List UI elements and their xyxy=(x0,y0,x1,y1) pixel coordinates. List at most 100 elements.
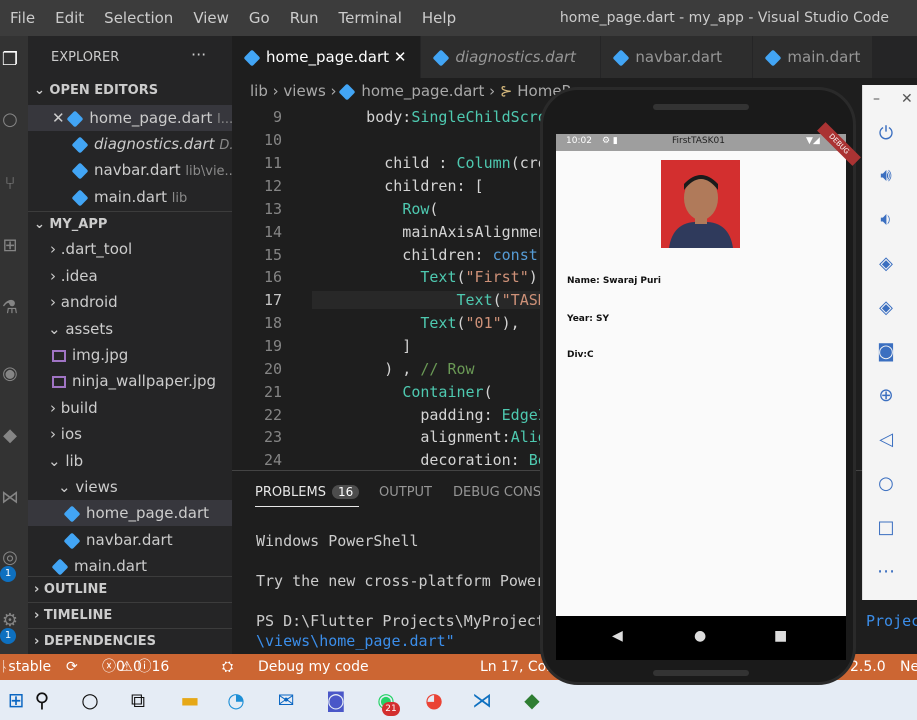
open-editor-diagnostics[interactable]: diagnostics.dart D... xyxy=(28,131,232,157)
tree-file-ninja-wallpaper[interactable]: ninja_wallpaper.jpg xyxy=(28,368,232,394)
chevron-right-icon: › xyxy=(34,634,44,649)
open-editor-navbar[interactable]: navbar.dart lib\vie... xyxy=(28,157,232,183)
home-icon[interactable]: ○ xyxy=(873,471,899,497)
open-editor-main[interactable]: main.dart lib xyxy=(28,184,232,210)
remote-icon[interactable]: ⋈ xyxy=(0,488,20,508)
start-icon[interactable]: ⊞ xyxy=(2,686,30,714)
nav-back-icon[interactable]: ◀ xyxy=(612,628,623,644)
menu-edit[interactable]: Edit xyxy=(45,9,94,27)
tree-folder-ios[interactable]: › ios xyxy=(28,421,232,447)
open-editor-home-page[interactable]: ✕ home_page.dart l... xyxy=(28,105,232,131)
tree-file-home-page[interactable]: home_page.dart xyxy=(28,500,232,526)
overview-icon[interactable]: □ xyxy=(873,515,899,541)
tab-main[interactable]: main.dart xyxy=(753,36,874,78)
android-studio-icon[interactable]: ◆ xyxy=(518,686,546,714)
window-title: home_page.dart - my_app - Visual Studio … xyxy=(559,10,889,26)
outline-section[interactable]: › OUTLINE xyxy=(28,576,232,602)
file-explorer-icon[interactable]: ▬ xyxy=(176,686,204,714)
tab-debug-console[interactable]: DEBUG CONSO xyxy=(453,485,551,500)
app-bar-title: FirstTASK01 xyxy=(672,136,725,146)
menu-view[interactable]: View xyxy=(183,9,239,27)
menu-go[interactable]: Go xyxy=(239,9,280,27)
problems-status[interactable]: ⓧ 0 ⚠ 0 ⓘ 16 xyxy=(102,654,169,680)
close-icon[interactable]: ✕ xyxy=(901,91,913,107)
dart-file-icon xyxy=(612,49,630,66)
menu-run[interactable]: Run xyxy=(280,9,329,27)
tree-file-img[interactable]: img.jpg xyxy=(28,342,232,368)
status-notice[interactable]: Ne xyxy=(900,654,917,680)
source-control-icon[interactable]: ⑂ xyxy=(0,174,20,194)
dependencies-section[interactable]: › DEPENDENCIES xyxy=(28,628,232,654)
sdk-version[interactable]: 2.5.0 xyxy=(850,654,886,680)
extensions-icon[interactable]: ⊞ xyxy=(0,236,20,256)
edge-icon[interactable]: ◔ xyxy=(222,686,250,714)
breadcrumb-lib[interactable]: lib xyxy=(250,82,268,100)
tree-folder-lib[interactable]: ⌄ lib xyxy=(28,448,232,474)
app-icon[interactable]: ◙ xyxy=(322,686,350,714)
breadcrumb-file[interactable]: home_page.dart xyxy=(361,82,484,100)
tree-folder-android[interactable]: › android xyxy=(28,289,232,315)
breadcrumb-views[interactable]: views xyxy=(283,82,325,100)
cursor-position[interactable]: Ln 17, Col xyxy=(480,654,550,680)
chevron-down-icon: ⌄ xyxy=(48,320,66,338)
editor-tabs: home_page.dart ✕ diagnostics.dart navbar… xyxy=(232,36,917,78)
power-icon[interactable]: ⏻ xyxy=(873,121,899,147)
phone-screen[interactable]: 10:02 ⚙ ▮ FirstTASK01 ▼◢ DEBUG Name: Swa… xyxy=(556,122,861,616)
line-number: 22 xyxy=(263,406,282,424)
terminal-line: \views\home_page.dart" xyxy=(256,632,455,650)
dart-file-icon xyxy=(71,189,89,206)
explorer-icon[interactable]: ❐ xyxy=(0,50,20,70)
project-section[interactable]: ⌄ MY_APP xyxy=(28,211,232,237)
menu-selection[interactable]: Selection xyxy=(94,9,183,27)
accounts-icon[interactable]: ◎ xyxy=(0,548,20,568)
rotate-right-icon[interactable]: ◈ xyxy=(873,295,899,321)
debug-status[interactable]: Debug my code xyxy=(258,654,369,680)
current-line-number: 17 xyxy=(263,291,282,309)
tree-folder-views[interactable]: ⌄ views xyxy=(28,474,232,500)
mail-icon[interactable]: ✉ xyxy=(272,686,300,714)
minimize-icon[interactable]: – xyxy=(873,91,880,107)
rotate-left-icon[interactable]: ◈ xyxy=(873,251,899,277)
tab-problems[interactable]: PROBLEMS 16 xyxy=(255,485,360,507)
branch-status[interactable]: ᚿ stable xyxy=(0,654,51,680)
tree-folder-assets[interactable]: ⌄ assets xyxy=(28,316,232,342)
tree-folder-dart-tool[interactable]: › .dart_tool xyxy=(28,236,232,262)
nav-recents-icon[interactable]: ■ xyxy=(774,628,787,644)
testing-icon[interactable]: ⚗ xyxy=(0,298,20,318)
line-number: 16 xyxy=(263,268,282,286)
tab-diagnostics[interactable]: diagnostics.dart xyxy=(421,36,602,78)
timeline-section[interactable]: › TIMELINE xyxy=(28,602,232,628)
tree-label: .idea xyxy=(60,267,98,285)
nav-home-icon[interactable]: ● xyxy=(694,628,706,644)
open-editors-section[interactable]: ⌄ OPEN EDITORS xyxy=(28,78,232,104)
camera-icon[interactable]: ◙ xyxy=(873,339,899,365)
menu-help[interactable]: Help xyxy=(412,9,466,27)
tree-folder-idea[interactable]: › .idea xyxy=(28,263,232,289)
chevron-right-icon: › xyxy=(50,293,61,311)
cortana-icon[interactable]: ○ xyxy=(76,686,104,714)
search-icon[interactable]: ⚲ xyxy=(28,686,56,714)
menu-terminal[interactable]: Terminal xyxy=(329,9,412,27)
tab-navbar[interactable]: navbar.dart xyxy=(601,36,754,78)
back-icon[interactable]: ◁ xyxy=(873,427,899,453)
task-view-icon[interactable]: ⧉ xyxy=(124,686,152,714)
chevron-right-icon: › xyxy=(34,608,44,623)
volume-down-icon[interactable]: 🔉︎ xyxy=(873,207,899,233)
more-icon[interactable]: ⋯ xyxy=(873,559,899,585)
github-icon[interactable]: ◉ xyxy=(0,364,20,384)
chrome-icon[interactable]: ◕ xyxy=(420,686,448,714)
menu-file[interactable]: File xyxy=(0,9,45,27)
docker-icon[interactable]: ◆ xyxy=(0,426,20,446)
close-icon[interactable]: ✕ xyxy=(394,48,407,66)
tree-folder-build[interactable]: › build xyxy=(28,395,232,421)
tab-home-page[interactable]: home_page.dart ✕ xyxy=(232,36,422,78)
more-actions-icon[interactable]: ··· xyxy=(191,45,206,64)
search-icon[interactable]: ○ xyxy=(0,110,20,130)
tab-output[interactable]: OUTPUT xyxy=(379,485,432,500)
sync-icon[interactable]: ⟳ xyxy=(66,654,78,680)
zoom-icon[interactable]: ⊕ xyxy=(873,383,899,409)
tree-file-navbar[interactable]: navbar.dart xyxy=(28,527,232,553)
volume-up-icon[interactable]: 🔊︎ xyxy=(873,163,899,189)
vscode-icon[interactable]: ⋊ xyxy=(468,686,496,714)
line-number: 14 xyxy=(263,223,282,241)
